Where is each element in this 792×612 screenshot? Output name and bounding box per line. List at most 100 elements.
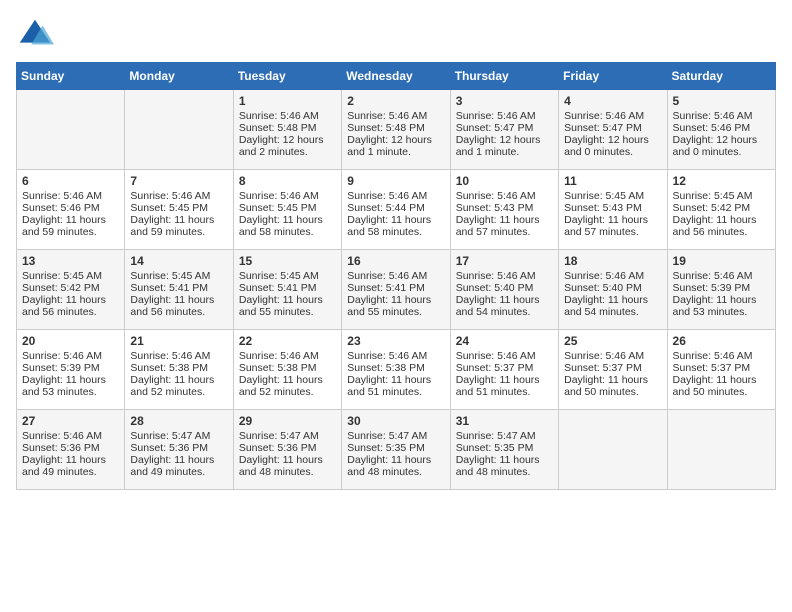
sunrise-text: Sunrise: 5:46 AM — [239, 350, 319, 362]
calendar-cell: 25Sunrise: 5:46 AMSunset: 5:37 PMDayligh… — [559, 330, 667, 410]
day-number: 19 — [673, 254, 770, 268]
sunrise-text: Sunrise: 5:46 AM — [456, 350, 536, 362]
daylight-text: Daylight: 11 hours and 55 minutes. — [239, 294, 323, 318]
daylight-text: Daylight: 11 hours and 49 minutes. — [130, 454, 214, 478]
sunrise-text: Sunrise: 5:46 AM — [239, 110, 319, 122]
sunrise-text: Sunrise: 5:45 AM — [22, 270, 102, 282]
daylight-text: Daylight: 12 hours and 1 minute. — [456, 134, 541, 158]
daylight-text: Daylight: 11 hours and 49 minutes. — [22, 454, 106, 478]
daylight-text: Daylight: 11 hours and 58 minutes. — [347, 214, 431, 238]
daylight-text: Daylight: 12 hours and 0 minutes. — [673, 134, 758, 158]
day-number: 8 — [239, 174, 336, 188]
day-number: 2 — [347, 94, 444, 108]
sunset-text: Sunset: 5:35 PM — [347, 442, 425, 454]
daylight-text: Daylight: 11 hours and 56 minutes. — [22, 294, 106, 318]
daylight-text: Daylight: 11 hours and 56 minutes. — [130, 294, 214, 318]
calendar-cell: 6Sunrise: 5:46 AMSunset: 5:46 PMDaylight… — [17, 170, 125, 250]
daylight-text: Daylight: 11 hours and 52 minutes. — [239, 374, 323, 398]
day-number: 5 — [673, 94, 770, 108]
calendar-cell: 2Sunrise: 5:46 AMSunset: 5:48 PMDaylight… — [342, 90, 450, 170]
sunset-text: Sunset: 5:36 PM — [239, 442, 317, 454]
day-number: 6 — [22, 174, 119, 188]
daylight-text: Daylight: 11 hours and 59 minutes. — [130, 214, 214, 238]
calendar-cell: 8Sunrise: 5:46 AMSunset: 5:45 PMDaylight… — [233, 170, 341, 250]
sunset-text: Sunset: 5:48 PM — [347, 122, 425, 134]
sunset-text: Sunset: 5:48 PM — [239, 122, 317, 134]
calendar-week-row: 6Sunrise: 5:46 AMSunset: 5:46 PMDaylight… — [17, 170, 776, 250]
day-number: 17 — [456, 254, 553, 268]
daylight-text: Daylight: 11 hours and 48 minutes. — [456, 454, 540, 478]
sunrise-text: Sunrise: 5:46 AM — [347, 190, 427, 202]
sunrise-text: Sunrise: 5:47 AM — [347, 430, 427, 442]
day-number: 23 — [347, 334, 444, 348]
sunset-text: Sunset: 5:45 PM — [239, 202, 317, 214]
calendar-cell: 7Sunrise: 5:46 AMSunset: 5:45 PMDaylight… — [125, 170, 233, 250]
daylight-text: Daylight: 11 hours and 50 minutes. — [673, 374, 757, 398]
calendar-cell: 4Sunrise: 5:46 AMSunset: 5:47 PMDaylight… — [559, 90, 667, 170]
sunset-text: Sunset: 5:45 PM — [130, 202, 208, 214]
daylight-text: Daylight: 12 hours and 1 minute. — [347, 134, 432, 158]
sunrise-text: Sunrise: 5:46 AM — [564, 110, 644, 122]
day-number: 22 — [239, 334, 336, 348]
day-number: 28 — [130, 414, 227, 428]
sunset-text: Sunset: 5:38 PM — [130, 362, 208, 374]
daylight-text: Daylight: 12 hours and 2 minutes. — [239, 134, 324, 158]
daylight-text: Daylight: 11 hours and 57 minutes. — [564, 214, 648, 238]
day-number: 27 — [22, 414, 119, 428]
sunrise-text: Sunrise: 5:46 AM — [673, 110, 753, 122]
sunrise-text: Sunrise: 5:46 AM — [347, 270, 427, 282]
sunset-text: Sunset: 5:42 PM — [22, 282, 100, 294]
day-number: 9 — [347, 174, 444, 188]
weekday-header: Saturday — [667, 63, 775, 90]
calendar-cell: 18Sunrise: 5:46 AMSunset: 5:40 PMDayligh… — [559, 250, 667, 330]
daylight-text: Daylight: 11 hours and 58 minutes. — [239, 214, 323, 238]
sunrise-text: Sunrise: 5:46 AM — [673, 270, 753, 282]
calendar-cell: 14Sunrise: 5:45 AMSunset: 5:41 PMDayligh… — [125, 250, 233, 330]
sunrise-text: Sunrise: 5:45 AM — [673, 190, 753, 202]
calendar-week-row: 1Sunrise: 5:46 AMSunset: 5:48 PMDaylight… — [17, 90, 776, 170]
calendar-cell: 1Sunrise: 5:46 AMSunset: 5:48 PMDaylight… — [233, 90, 341, 170]
day-number: 29 — [239, 414, 336, 428]
sunrise-text: Sunrise: 5:45 AM — [564, 190, 644, 202]
calendar-cell: 27Sunrise: 5:46 AMSunset: 5:36 PMDayligh… — [17, 410, 125, 490]
calendar-cell: 31Sunrise: 5:47 AMSunset: 5:35 PMDayligh… — [450, 410, 558, 490]
weekday-header: Tuesday — [233, 63, 341, 90]
daylight-text: Daylight: 11 hours and 56 minutes. — [673, 214, 757, 238]
day-number: 4 — [564, 94, 661, 108]
day-number: 13 — [22, 254, 119, 268]
logo — [16, 16, 58, 54]
calendar-week-row: 27Sunrise: 5:46 AMSunset: 5:36 PMDayligh… — [17, 410, 776, 490]
sunset-text: Sunset: 5:37 PM — [564, 362, 642, 374]
calendar-header: SundayMondayTuesdayWednesdayThursdayFrid… — [17, 63, 776, 90]
day-number: 14 — [130, 254, 227, 268]
daylight-text: Daylight: 11 hours and 50 minutes. — [564, 374, 648, 398]
sunset-text: Sunset: 5:44 PM — [347, 202, 425, 214]
daylight-text: Daylight: 11 hours and 53 minutes. — [673, 294, 757, 318]
daylight-text: Daylight: 11 hours and 59 minutes. — [22, 214, 106, 238]
calendar-cell: 16Sunrise: 5:46 AMSunset: 5:41 PMDayligh… — [342, 250, 450, 330]
sunset-text: Sunset: 5:47 PM — [564, 122, 642, 134]
calendar-cell: 11Sunrise: 5:45 AMSunset: 5:43 PMDayligh… — [559, 170, 667, 250]
sunset-text: Sunset: 5:46 PM — [673, 122, 751, 134]
sunset-text: Sunset: 5:38 PM — [347, 362, 425, 374]
calendar-cell: 20Sunrise: 5:46 AMSunset: 5:39 PMDayligh… — [17, 330, 125, 410]
day-number: 16 — [347, 254, 444, 268]
day-number: 15 — [239, 254, 336, 268]
daylight-text: Daylight: 11 hours and 57 minutes. — [456, 214, 540, 238]
day-number: 31 — [456, 414, 553, 428]
calendar-cell: 22Sunrise: 5:46 AMSunset: 5:38 PMDayligh… — [233, 330, 341, 410]
calendar-cell: 5 Sunrise: 5:46 AMSunset: 5:46 PMDaylight… — [667, 90, 775, 170]
logo-icon — [16, 16, 54, 54]
sunset-text: Sunset: 5:41 PM — [239, 282, 317, 294]
sunset-text: Sunset: 5:42 PM — [673, 202, 751, 214]
calendar-cell: 3Sunrise: 5:46 AMSunset: 5:47 PMDaylight… — [450, 90, 558, 170]
weekday-header: Wednesday — [342, 63, 450, 90]
calendar-table: SundayMondayTuesdayWednesdayThursdayFrid… — [16, 62, 776, 490]
calendar-week-row: 20Sunrise: 5:46 AMSunset: 5:39 PMDayligh… — [17, 330, 776, 410]
day-number: 20 — [22, 334, 119, 348]
weekday-header: Monday — [125, 63, 233, 90]
calendar-cell: 10Sunrise: 5:46 AMSunset: 5:43 PMDayligh… — [450, 170, 558, 250]
weekday-header: Friday — [559, 63, 667, 90]
day-number: 18 — [564, 254, 661, 268]
day-number: 21 — [130, 334, 227, 348]
